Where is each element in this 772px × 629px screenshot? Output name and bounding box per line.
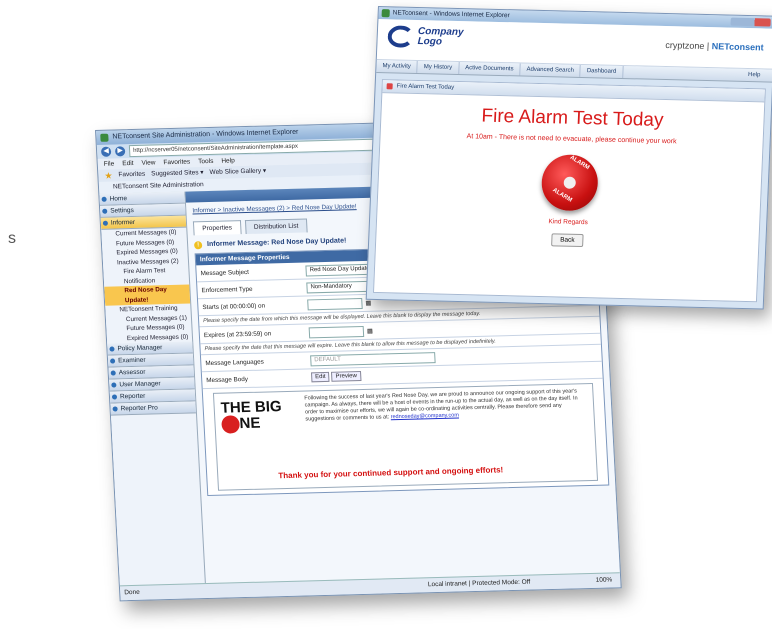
alarm-body: Fire Alarm Test Today Fire Alarm Test To… <box>372 79 766 303</box>
sidebar-child-item-selected[interactable]: Red Nose Day Update! <box>104 284 191 306</box>
alarm-subtext: At 10am - There is not need to evacuate,… <box>466 133 677 146</box>
kind-regards-text: Kind Regards <box>548 218 588 227</box>
expires-date-input[interactable] <box>308 325 365 338</box>
message-body-preview: THE BIG NE Following the success of last… <box>212 382 599 491</box>
status-text: Done <box>124 588 140 597</box>
window-controls[interactable] <box>730 17 771 27</box>
edit-button[interactable]: Edit <box>310 371 330 383</box>
calendar-icon[interactable]: ▦ <box>367 327 373 334</box>
menu-edit[interactable]: Edit <box>122 158 134 169</box>
enforcement-label: Enforcement Type <box>201 285 253 294</box>
security-zone: Local intranet | Protected Mode: Off <box>427 578 531 589</box>
nav-my-history[interactable]: My History <box>417 60 460 74</box>
languages-select[interactable]: DEFAULT <box>310 351 436 366</box>
nav-advanced-search[interactable]: Advanced Search <box>520 63 582 77</box>
favorites-button[interactable]: Favorites <box>118 169 145 182</box>
forward-arrow-icon[interactable]: ▶ <box>114 146 126 157</box>
company-logo: Company Logo <box>387 25 464 49</box>
message-body-text: Following the success of last year's Red… <box>304 388 578 423</box>
menu-help[interactable]: Help <box>221 155 235 166</box>
admin-window-title: NETconsent Site Administration - Windows… <box>112 128 299 141</box>
fire-alarm-window: NETconsent - Windows Internet Explorer C… <box>365 6 772 310</box>
star-icon: ★ <box>104 170 113 181</box>
menu-tools[interactable]: Tools <box>198 156 214 167</box>
alarm-subheader: Fire Alarm Test Today <box>382 80 765 103</box>
nav-active-documents[interactable]: Active Documents <box>458 61 521 76</box>
thanks-text: Thank you for your continued support and… <box>278 465 504 481</box>
tab-properties[interactable]: Properties <box>192 220 242 236</box>
tab-distribution-list[interactable]: Distribution List <box>244 218 308 235</box>
starts-label: Starts (at 00:00:00) on <box>202 302 266 311</box>
message-heading-text: Informer Message: Red Nose Day Update! <box>206 237 347 249</box>
info-icon: ! <box>193 241 203 250</box>
calendar-icon[interactable]: ▦ <box>365 299 371 306</box>
back-arrow-icon[interactable]: ◀ <box>100 146 112 157</box>
email-link[interactable]: rednoseday@company.com <box>391 412 459 420</box>
alarm-heading: Fire Alarm Test Today <box>481 105 664 131</box>
menu-file[interactable]: File <box>104 159 115 170</box>
body-label: Message Body <box>206 375 249 384</box>
ie-icon <box>381 9 390 18</box>
expires-label: Expires (at 23:59:59) on <box>203 329 272 339</box>
zoom-level[interactable]: 100% <box>595 573 612 587</box>
ie-icon <box>100 133 109 142</box>
alarm-bell-icon: ALARM ALARM <box>540 154 599 212</box>
web-slice-gallery-link[interactable]: Web Slice Gallery ▾ <box>209 166 266 179</box>
subject-label: Message Subject <box>200 268 250 277</box>
logo-swoosh-icon <box>387 25 415 48</box>
stray-character: s <box>8 230 16 247</box>
menu-view[interactable]: View <box>141 157 156 168</box>
languages-label: Message Languages <box>205 358 265 367</box>
sidebar-reporter-pro[interactable]: Reporter Pro <box>110 401 196 416</box>
preview-button[interactable]: Preview <box>331 371 362 382</box>
back-button[interactable]: Back <box>550 233 584 248</box>
alarm-window-title: NETconsent - Windows Internet Explorer <box>392 9 510 20</box>
nav-dashboard[interactable]: Dashboard <box>580 64 624 78</box>
nav-my-activity[interactable]: My Activity <box>376 59 419 73</box>
starts-date-input[interactable] <box>307 297 363 310</box>
big-one-logo: THE BIG NE <box>220 398 283 434</box>
menu-favorites[interactable]: Favorites <box>163 157 190 169</box>
help-link[interactable]: Help <box>742 69 767 82</box>
cryptzone-brand: cryptzone | NETconsent <box>665 40 764 53</box>
sidebar-child-item[interactable]: Fire Alarm Test Notification <box>103 266 189 287</box>
sidebar-informer[interactable]: Informer <box>100 215 187 230</box>
